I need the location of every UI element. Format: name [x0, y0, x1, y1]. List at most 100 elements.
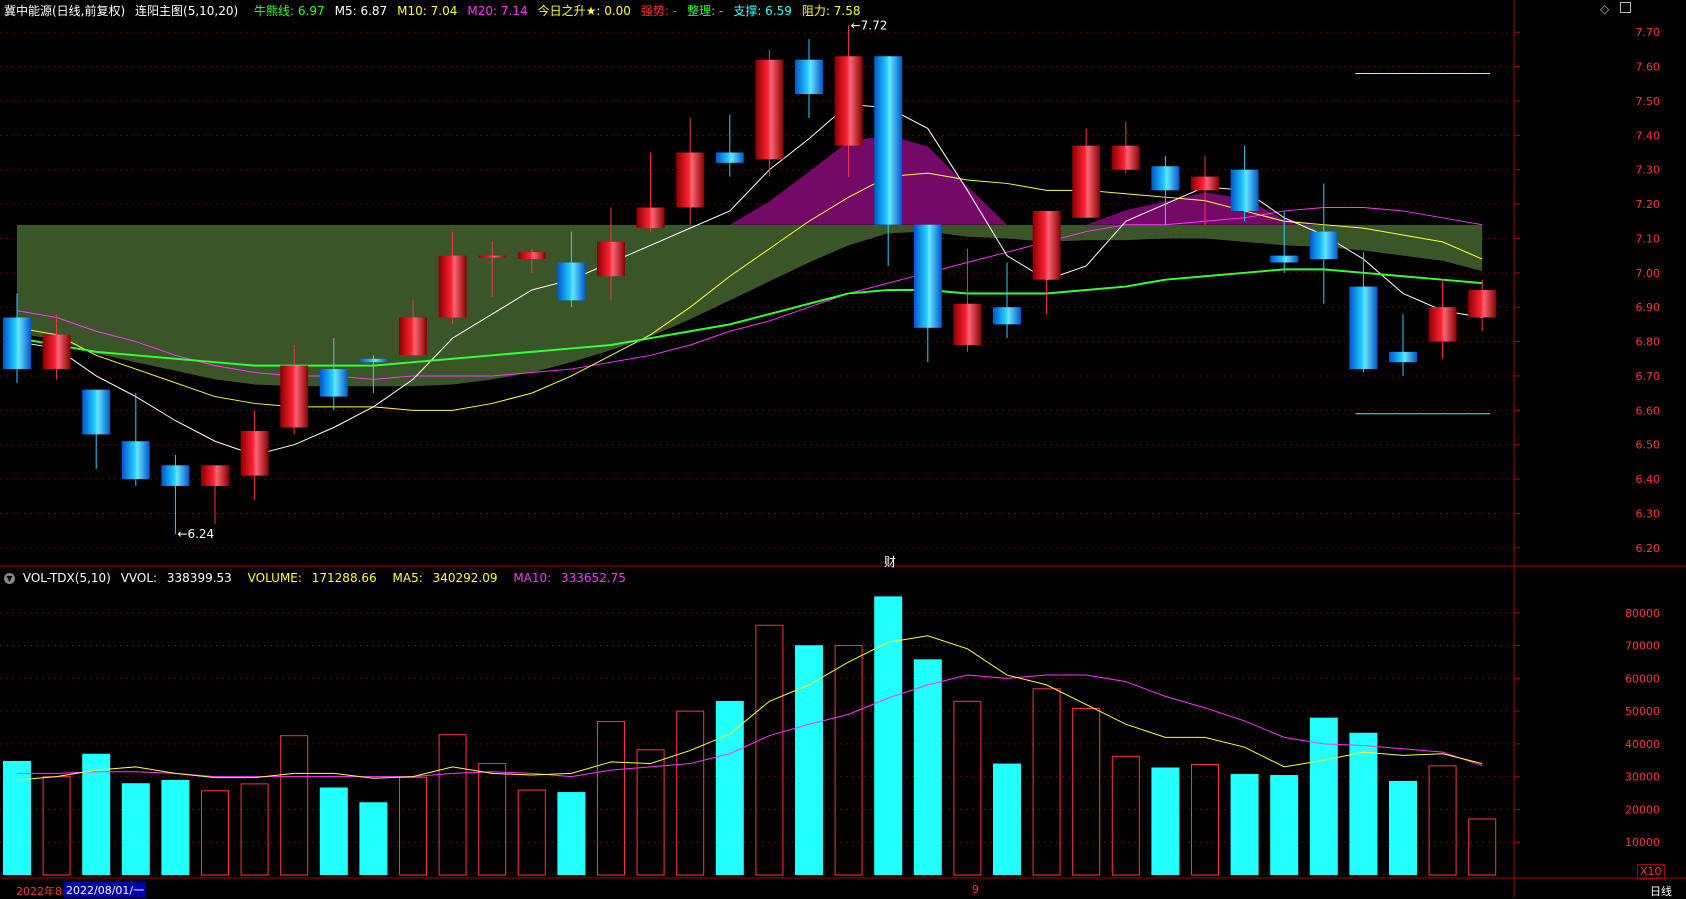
indicator-item: M5: 6.87 [334, 4, 388, 18]
candle-body [1349, 286, 1378, 370]
volume-bar [953, 700, 982, 876]
resistance-cloud [17, 135, 1483, 225]
candle-body [715, 152, 744, 163]
candle-body [1468, 290, 1497, 318]
vvol-value: 338399.53 [166, 571, 232, 585]
vol-header: ▼ VOL-TDX(5,10) VVOL: 338399.53 VOLUME: … [4, 571, 638, 585]
ma5-line [16, 103, 1483, 456]
candle-body [399, 317, 427, 356]
candle-body [517, 252, 546, 260]
candle-body [557, 262, 586, 301]
support-cloud [17, 224, 1483, 387]
volume-bar [874, 596, 903, 875]
candle-body [1389, 351, 1417, 363]
date-cursor: 2022/08/01/一 [64, 882, 147, 898]
candle-body [1072, 145, 1101, 218]
volume-bar [1111, 755, 1140, 876]
vol-tick-label: 70000 [1625, 640, 1660, 653]
vol-tick-label: 20000 [1625, 803, 1660, 816]
vol-tick-label: 10000 [1625, 836, 1660, 849]
vol-tick-label: 60000 [1625, 672, 1660, 685]
candle-body [953, 303, 982, 345]
indicator-item: 整理: - [687, 4, 724, 18]
date-mid: 9 [972, 883, 979, 896]
candle-body [438, 255, 467, 318]
volume-bar [1230, 774, 1259, 875]
candle-body [82, 389, 111, 435]
candle-body [1151, 166, 1180, 191]
volume-bar [913, 659, 942, 875]
candle-body [3, 317, 31, 370]
restore-icon[interactable]: ◇ [1600, 2, 1609, 16]
maximize-icon[interactable] [1620, 2, 1631, 13]
volume-label: VOLUME: [247, 571, 302, 585]
candle-body [636, 207, 665, 229]
candle-body [280, 365, 309, 428]
ma20-line [16, 207, 1483, 380]
volume-bar [201, 790, 229, 876]
collapse-icon[interactable]: ▼ [4, 573, 15, 584]
volume-bar [319, 787, 348, 875]
candle-body [993, 307, 1021, 325]
price-tick-label: 6.70 [1636, 370, 1661, 383]
volume-bar [517, 789, 546, 876]
indicator-item: 支撑: 6.59 [733, 4, 792, 18]
volume-bar [715, 700, 744, 875]
volume-bar [557, 792, 586, 875]
low-label: ←6.24 [177, 527, 214, 541]
candle-body [240, 430, 269, 476]
indicator-item: 阻力: 7.58 [801, 4, 861, 18]
price-tick-label: 6.90 [1636, 301, 1661, 314]
candle-body [42, 334, 71, 370]
price-tick-label: 6.80 [1636, 336, 1661, 349]
price-tick-label: 7.60 [1636, 61, 1661, 74]
vol-tick-label: 50000 [1625, 705, 1660, 718]
volume-bar [1389, 780, 1417, 875]
vol-ma5-value: 340292.09 [432, 571, 498, 585]
volume-bar [1072, 707, 1101, 876]
volume-bar [1191, 764, 1219, 876]
price-tick-label: 7.20 [1636, 198, 1661, 211]
price-tick-label: 7.70 [1636, 26, 1661, 39]
indicator-item: 今日之升★: 0.00 [537, 4, 631, 18]
volume-bar [676, 710, 705, 876]
candle-body [676, 152, 705, 208]
vol-tick-label: 40000 [1625, 738, 1660, 751]
price-tick-label: 7.50 [1636, 95, 1661, 108]
volume-bar [1468, 818, 1497, 876]
candle-body [597, 241, 625, 277]
volume-bar [636, 749, 665, 876]
vol-indicator[interactable]: VOL-TDX(5,10) [23, 571, 111, 585]
volume-bar [280, 735, 309, 876]
main-header: 冀中能源(日线,前复权) 连阳主图(5,10,20) 牛熊线: 6.97 M5: … [4, 2, 876, 19]
vol-tick-label: 30000 [1625, 771, 1660, 784]
bull-bear-line [16, 268, 1483, 367]
volume-bar [121, 783, 150, 875]
price-tick-label: 6.40 [1636, 473, 1661, 486]
volume-bar [834, 645, 863, 876]
volume-bar [478, 763, 507, 876]
volume-bar [82, 753, 111, 875]
fin-marker[interactable]: 财 [884, 553, 896, 570]
indicator-item: M10: 7.04 [397, 4, 458, 18]
volume-bar [1349, 732, 1378, 875]
vvol-label: VVOL: [120, 571, 158, 585]
vol-ma10-value: 333652.75 [561, 571, 626, 585]
price-tick-label: 6.30 [1636, 507, 1661, 520]
volume-bar [795, 645, 823, 875]
vol-ma5-label: MA5: [392, 571, 423, 585]
candle-body [874, 56, 903, 225]
indicator-title[interactable]: 连阳主图(5,10,20) [135, 4, 238, 18]
indicator-item: 强势: - [640, 4, 678, 18]
candle-body [1309, 231, 1338, 260]
candle-body [319, 369, 348, 397]
price-tick-label: 6.50 [1636, 439, 1661, 452]
candle-body [1270, 255, 1299, 263]
candle-body [913, 224, 942, 328]
volume-bar [993, 763, 1021, 875]
volume-bar [1428, 765, 1457, 876]
volume-bar [42, 776, 71, 876]
security-title[interactable]: 冀中能源(日线,前复权) [4, 4, 125, 18]
kline-chart[interactable]: 6.20 6.30 6.40 6.50 6.60 6.70 6.80 6.90 7.00 7.10… [0, 0, 1686, 897]
candle-body [1111, 145, 1140, 170]
